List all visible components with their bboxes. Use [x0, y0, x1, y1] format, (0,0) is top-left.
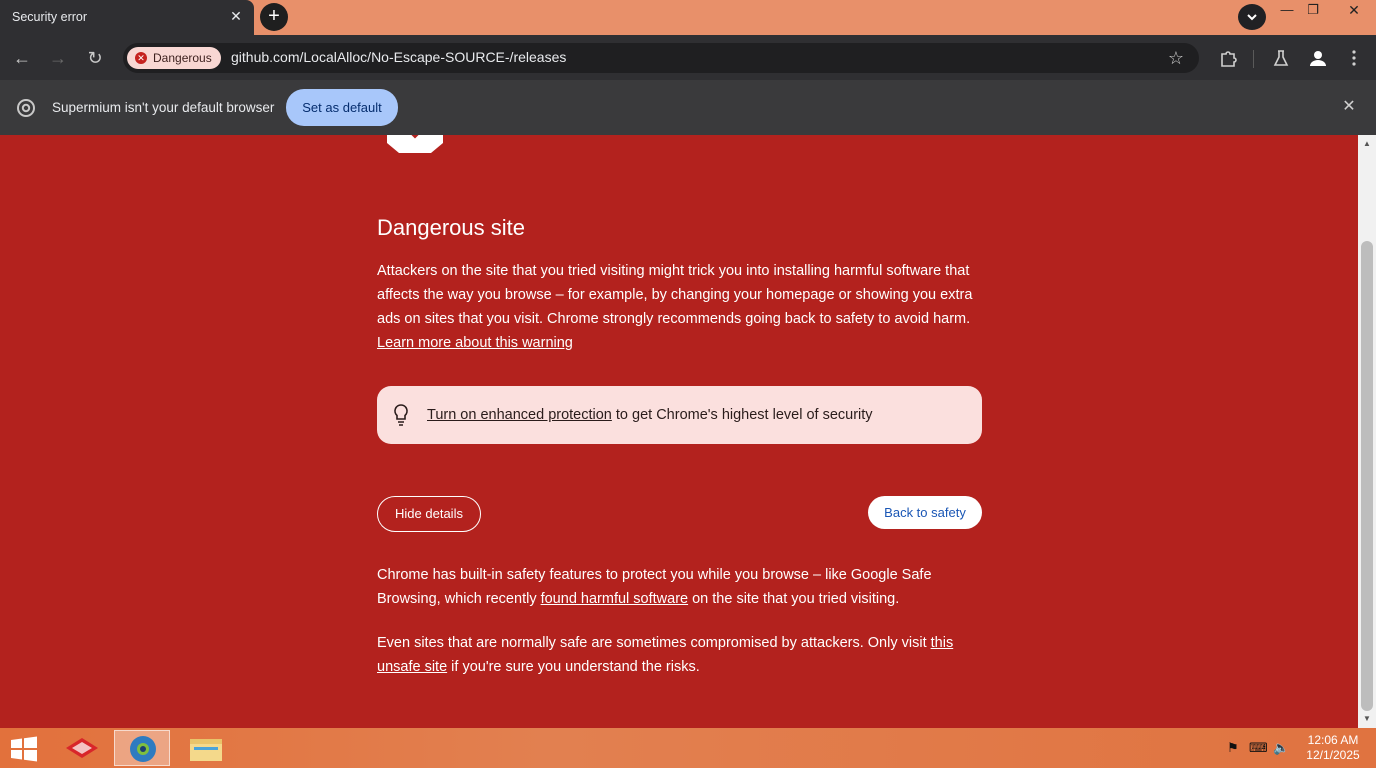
action-center-flag-icon[interactable]: ⚑	[1225, 740, 1241, 756]
details-2-text-b: if you're sure you understand the risks.	[447, 659, 700, 675]
found-harmful-software-link[interactable]: found harmful software	[541, 591, 689, 607]
security-chip-label: Dangerous	[153, 51, 212, 65]
interstitial-page: Dangerous site Attackers on the site tha…	[0, 135, 1358, 728]
profile-icon	[1310, 51, 1326, 66]
puzzle-icon	[1221, 51, 1237, 67]
infobar-close-icon[interactable]: ✕	[1339, 97, 1359, 117]
security-chip[interactable]: ✕ Dangerous	[127, 47, 221, 69]
details-1-text-b: on the site that you tried visiting.	[688, 591, 900, 607]
hide-details-button[interactable]: Hide details	[377, 496, 481, 532]
toolbar-separator	[1253, 50, 1254, 68]
intro-paragraph: Attackers on the site that you tried vis…	[377, 259, 987, 355]
address-bar[interactable]: ✕ Dangerous github.com/LocalAlloc/No-Esc…	[123, 43, 1199, 73]
tab-close-icon[interactable]: ✕	[228, 8, 244, 24]
red-app-icon	[66, 738, 98, 758]
reload-button[interactable]: ↻	[81, 44, 109, 72]
scrollbar-thumb[interactable]	[1361, 241, 1373, 711]
flask-icon	[1273, 50, 1289, 66]
details-paragraph-1: Chrome has built-in safety features to p…	[377, 563, 987, 611]
restore-button[interactable]: ❐	[1300, 0, 1326, 20]
bookmark-star-icon[interactable]: ☆	[1163, 45, 1189, 71]
tab-search-button[interactable]	[1238, 4, 1266, 30]
page-scrollbar[interactable]: ▲ ▼	[1358, 135, 1376, 728]
browser-toolbar: ← → ↻ ✕ Dangerous github.com/LocalAlloc/…	[0, 35, 1376, 80]
tab-security-error[interactable]: Security error ✕	[0, 0, 254, 35]
taskbar-app-red[interactable]	[54, 730, 110, 766]
kebab-menu-icon	[1352, 50, 1356, 66]
chevron-down-icon	[1247, 14, 1257, 21]
taskbar-app-browser[interactable]	[114, 730, 170, 766]
intro-text: Attackers on the site that you tried vis…	[377, 263, 973, 327]
clock-date: 12/1/2025	[1306, 748, 1360, 762]
window-close-button[interactable]: ✕	[1332, 0, 1376, 20]
infobar-message: Supermium isn't your default browser	[52, 100, 275, 115]
scroll-up-arrow-icon[interactable]: ▲	[1358, 137, 1376, 151]
forward-button[interactable]: →	[44, 44, 72, 72]
enhanced-protection-suffix: to get Chrome's highest level of securit…	[611, 407, 873, 423]
new-tab-button[interactable]: +	[260, 3, 288, 31]
set-as-default-button[interactable]: Set as default	[286, 89, 398, 126]
profile-button[interactable]	[1304, 44, 1332, 72]
menu-button[interactable]	[1340, 44, 1368, 72]
page-title: Dangerous site	[377, 215, 525, 240]
learn-more-link[interactable]: Learn more about this warning	[377, 335, 573, 351]
scroll-down-arrow-icon[interactable]: ▼	[1358, 712, 1376, 726]
browser-globe-icon	[130, 736, 156, 762]
tab-title: Security error	[12, 10, 88, 24]
extensions-button[interactable]	[1214, 44, 1242, 72]
back-to-safety-button[interactable]: Back to safety	[868, 496, 982, 529]
enhanced-protection-banner: Turn on enhanced protection to get Chrom…	[377, 386, 982, 444]
windows-start-icon[interactable]	[9, 735, 39, 763]
enhanced-protection-link[interactable]: Turn on enhanced protection	[427, 407, 612, 423]
chrome-logo-icon	[17, 99, 35, 117]
network-icon[interactable]: ⌨	[1249, 740, 1268, 756]
lightbulb-icon	[394, 404, 408, 426]
details-2-text-a: Even sites that are normally safe are so…	[377, 635, 931, 651]
system-clock[interactable]: 12:06 AM 12/1/2025	[1300, 733, 1366, 763]
taskbar-app-explorer[interactable]	[178, 730, 234, 766]
taskbar: ⚑ ⌨ 🔈 12:06 AM 12/1/2025	[0, 728, 1376, 768]
danger-octagon-icon	[387, 135, 443, 153]
clock-time: 12:06 AM	[1307, 733, 1359, 747]
volume-muted-icon[interactable]: 🔈	[1273, 740, 1289, 756]
default-browser-infobar: Supermium isn't your default browser Set…	[0, 80, 1376, 135]
back-button[interactable]: ←	[8, 44, 36, 72]
url-text[interactable]: github.com/LocalAlloc/No-Escape-SOURCE-/…	[231, 49, 566, 65]
labs-button[interactable]	[1267, 44, 1295, 72]
tab-strip: Security error ✕ + — ❐ ✕	[0, 0, 1376, 35]
minimize-button[interactable]: —	[1274, 0, 1300, 20]
enhanced-protection-text: Turn on enhanced protection to get Chrom…	[427, 407, 873, 423]
details-paragraph-2: Even sites that are normally safe are so…	[377, 631, 987, 679]
folder-icon	[190, 739, 222, 761]
error-icon: ✕	[135, 52, 147, 64]
